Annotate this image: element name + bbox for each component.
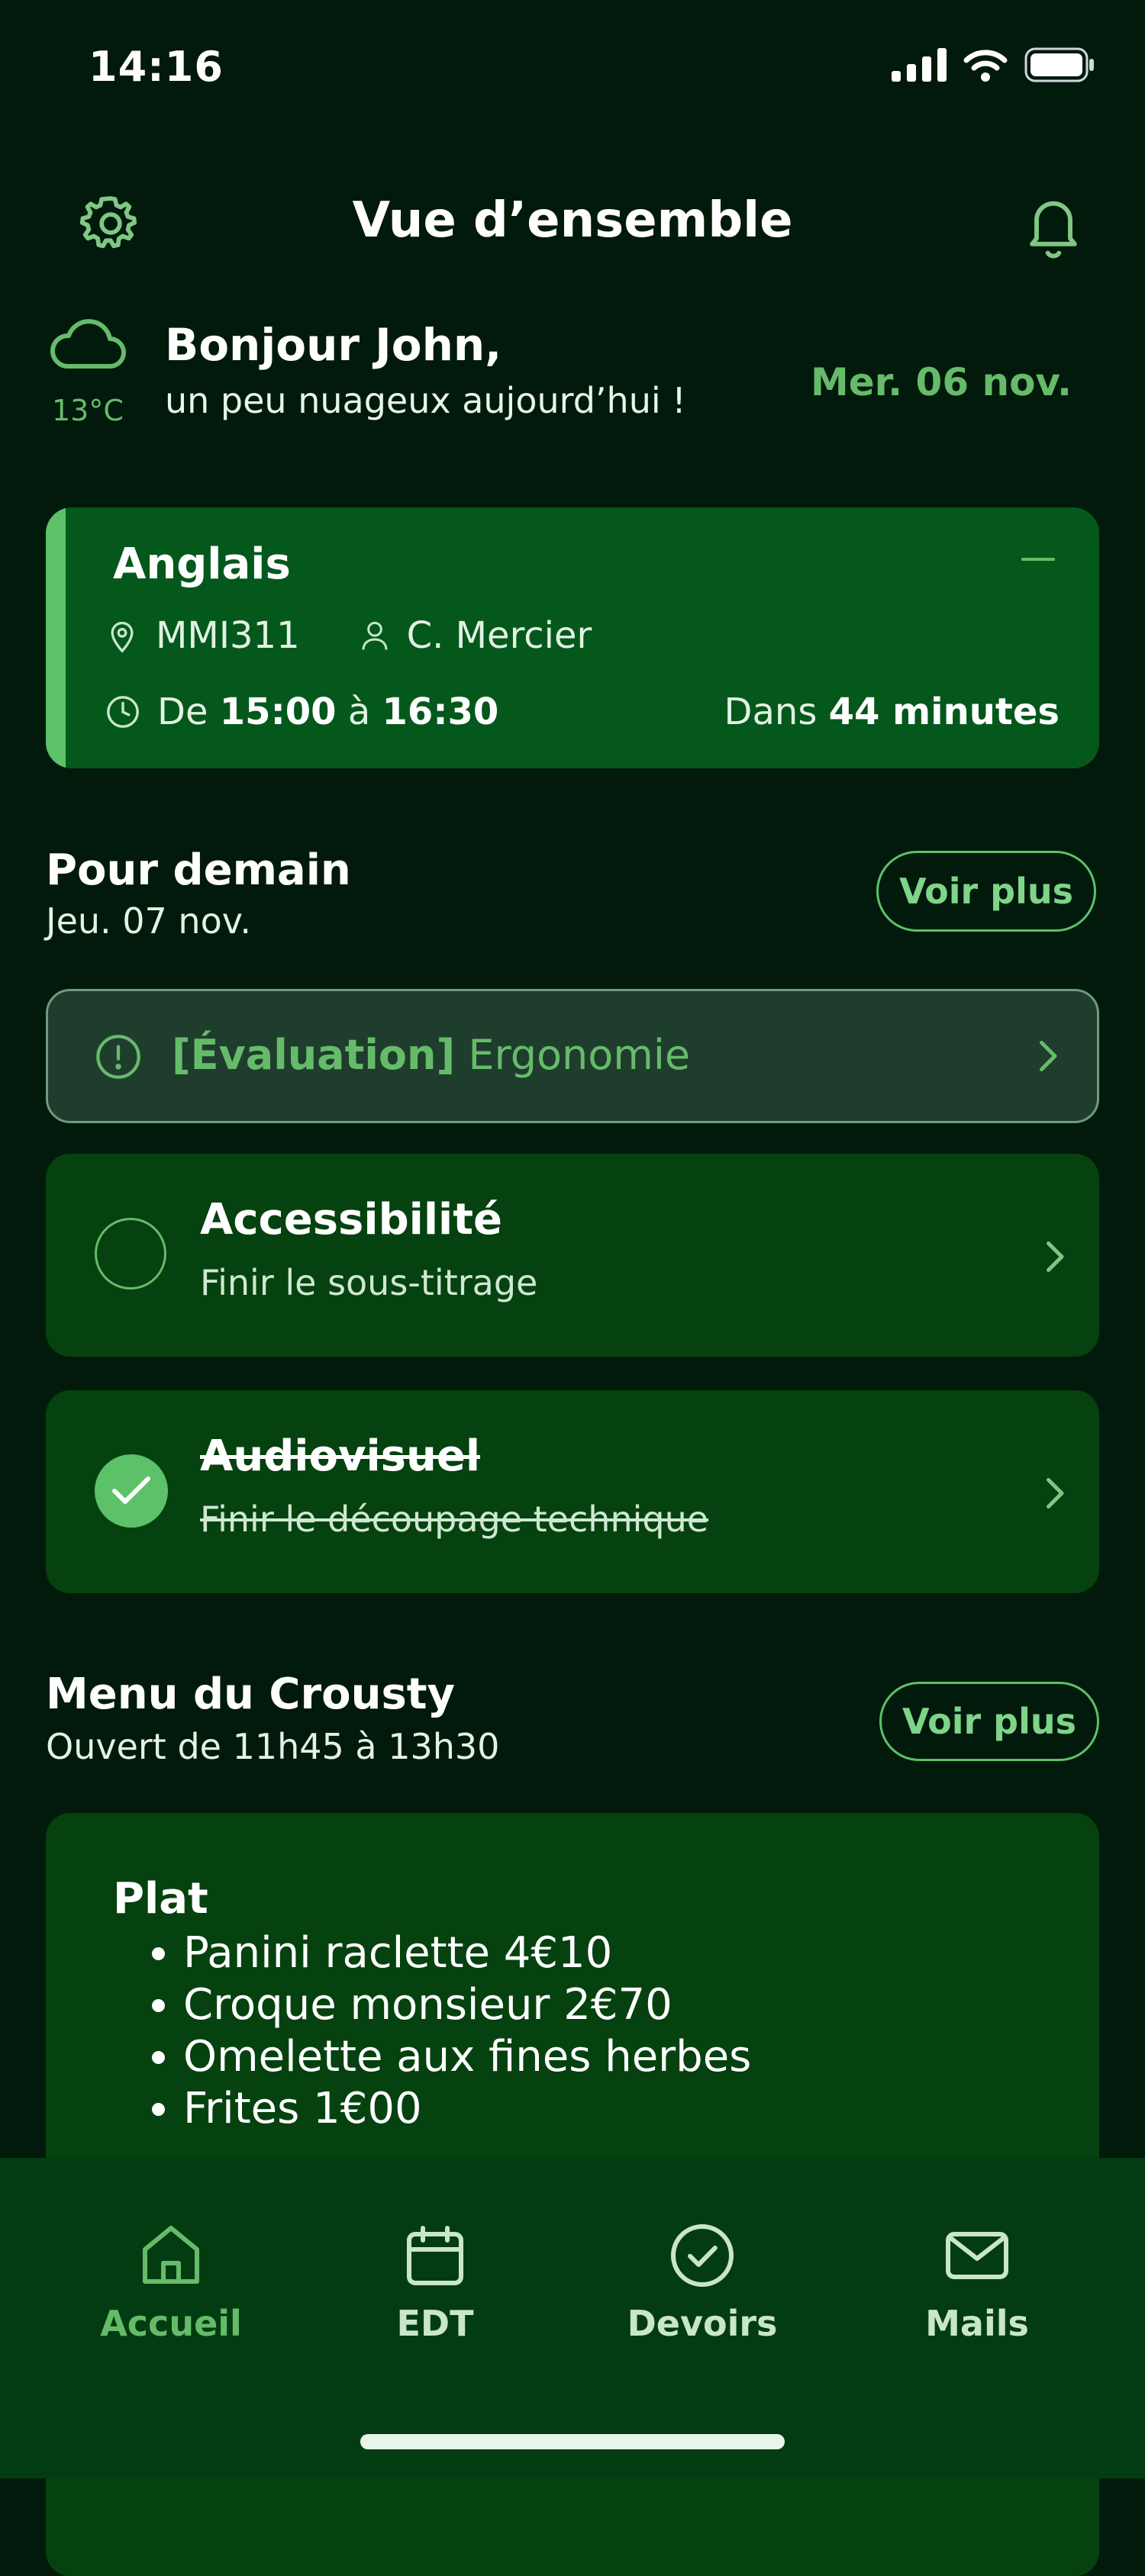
menu-section-heading: Plat bbox=[113, 1874, 208, 1924]
temperature: 13°C bbox=[52, 394, 124, 427]
mail-icon bbox=[946, 2232, 1008, 2279]
task-card-done[interactable]: Audiovisuel Finir le découpage technique bbox=[46, 1390, 1099, 1593]
status-time: 14:16 bbox=[89, 43, 224, 91]
list-item: Omelette aux fines herbes bbox=[183, 2031, 751, 2083]
checkmark-icon bbox=[112, 1476, 150, 1504]
course-accent-bar bbox=[46, 507, 66, 768]
tab-accueil[interactable]: Accueil bbox=[72, 2219, 270, 2344]
course-countdown: Dans 44 minutes bbox=[724, 691, 1060, 733]
canteen-hours: Ouvert de 11h45 à 13h30 bbox=[46, 1726, 500, 1767]
bell-icon bbox=[1030, 201, 1077, 259]
alert-circle-icon bbox=[96, 1035, 140, 1079]
cellular-signal-icon bbox=[892, 48, 947, 82]
list-item: Croque monsieur 2€70 bbox=[183, 1979, 751, 2031]
course-time-row: De 15:00 à 16:30 bbox=[105, 691, 498, 733]
tab-edt[interactable]: EDT bbox=[336, 2219, 534, 2344]
person-icon bbox=[362, 621, 388, 650]
list-item: Panini raclette 4€10 bbox=[183, 1927, 751, 1979]
calendar-icon bbox=[407, 2226, 463, 2285]
tab-label: Accueil bbox=[100, 2303, 242, 2344]
next-course-card[interactable]: Anglais MMI311 C. Mercier De 15:00 à 16:… bbox=[46, 507, 1099, 768]
menu-items: Panini raclette 4€10 Croque monsieur 2€7… bbox=[137, 1927, 751, 2135]
collapse-icon[interactable] bbox=[1021, 558, 1055, 561]
task-checkbox[interactable] bbox=[95, 1218, 166, 1290]
list-item: Frites 1€00 bbox=[183, 2083, 751, 2135]
chevron-right-icon bbox=[1047, 1241, 1064, 1272]
check-circle-icon bbox=[671, 2224, 734, 2287]
task-description: Finir le sous-titrage bbox=[200, 1262, 538, 1303]
clock-icon bbox=[107, 696, 139, 728]
canteen-section-title: Menu du Crousty bbox=[46, 1670, 456, 1719]
task-card[interactable]: Accessibilité Finir le sous-titrage bbox=[46, 1154, 1099, 1357]
cloud-icon bbox=[50, 319, 126, 369]
course-teacher: C. Mercier bbox=[406, 614, 592, 657]
evaluation-card[interactable]: [Évaluation] Ergonomie bbox=[46, 989, 1099, 1123]
wifi-icon bbox=[963, 50, 1008, 82]
home-icon bbox=[143, 2226, 199, 2284]
task-checkbox-checked[interactable] bbox=[95, 1454, 168, 1528]
evaluation-label: [Évaluation] Ergonomie bbox=[172, 1031, 691, 1079]
tab-label: EDT bbox=[396, 2303, 474, 2344]
homework-section-title: Pour demain bbox=[46, 845, 351, 895]
tab-devoirs[interactable]: Devoirs bbox=[603, 2219, 802, 2344]
chevron-right-icon bbox=[1040, 1041, 1057, 1071]
task-subject: Audiovisuel bbox=[200, 1431, 481, 1481]
status-icons bbox=[892, 47, 1095, 82]
tab-label: Mails bbox=[925, 2303, 1029, 2344]
task-description: Finir le découpage technique bbox=[200, 1499, 709, 1540]
location-pin-icon bbox=[111, 621, 134, 653]
canteen-more-button[interactable]: Voir plus bbox=[879, 1682, 1099, 1761]
homework-date: Jeu. 07 nov. bbox=[46, 900, 251, 942]
course-room-row: MMI311 C. Mercier bbox=[105, 614, 592, 657]
course-room: MMI311 bbox=[156, 614, 300, 657]
notifications-button[interactable] bbox=[1017, 189, 1090, 262]
today-date: Mer. 06 nov. bbox=[810, 360, 1072, 404]
greeting-name: Bonjour John, bbox=[165, 319, 502, 371]
course-time: De 15:00 à 16:30 bbox=[157, 691, 499, 733]
chevron-right-icon bbox=[1047, 1478, 1064, 1509]
course-subject: Anglais bbox=[113, 539, 291, 589]
bottom-tab-bar: Accueil EDT Devoirs Mails bbox=[0, 2158, 1145, 2478]
task-subject: Accessibilité bbox=[200, 1195, 502, 1245]
tab-mails[interactable]: Mails bbox=[878, 2219, 1076, 2344]
homework-more-button[interactable]: Voir plus bbox=[876, 851, 1096, 932]
weather-description: un peu nuageux aujourd’hui ! bbox=[165, 380, 686, 421]
page-title: Vue d’ensemble bbox=[352, 192, 793, 249]
tab-label: Devoirs bbox=[627, 2303, 778, 2344]
battery-icon bbox=[1024, 47, 1094, 82]
home-indicator[interactable] bbox=[360, 2434, 785, 2449]
